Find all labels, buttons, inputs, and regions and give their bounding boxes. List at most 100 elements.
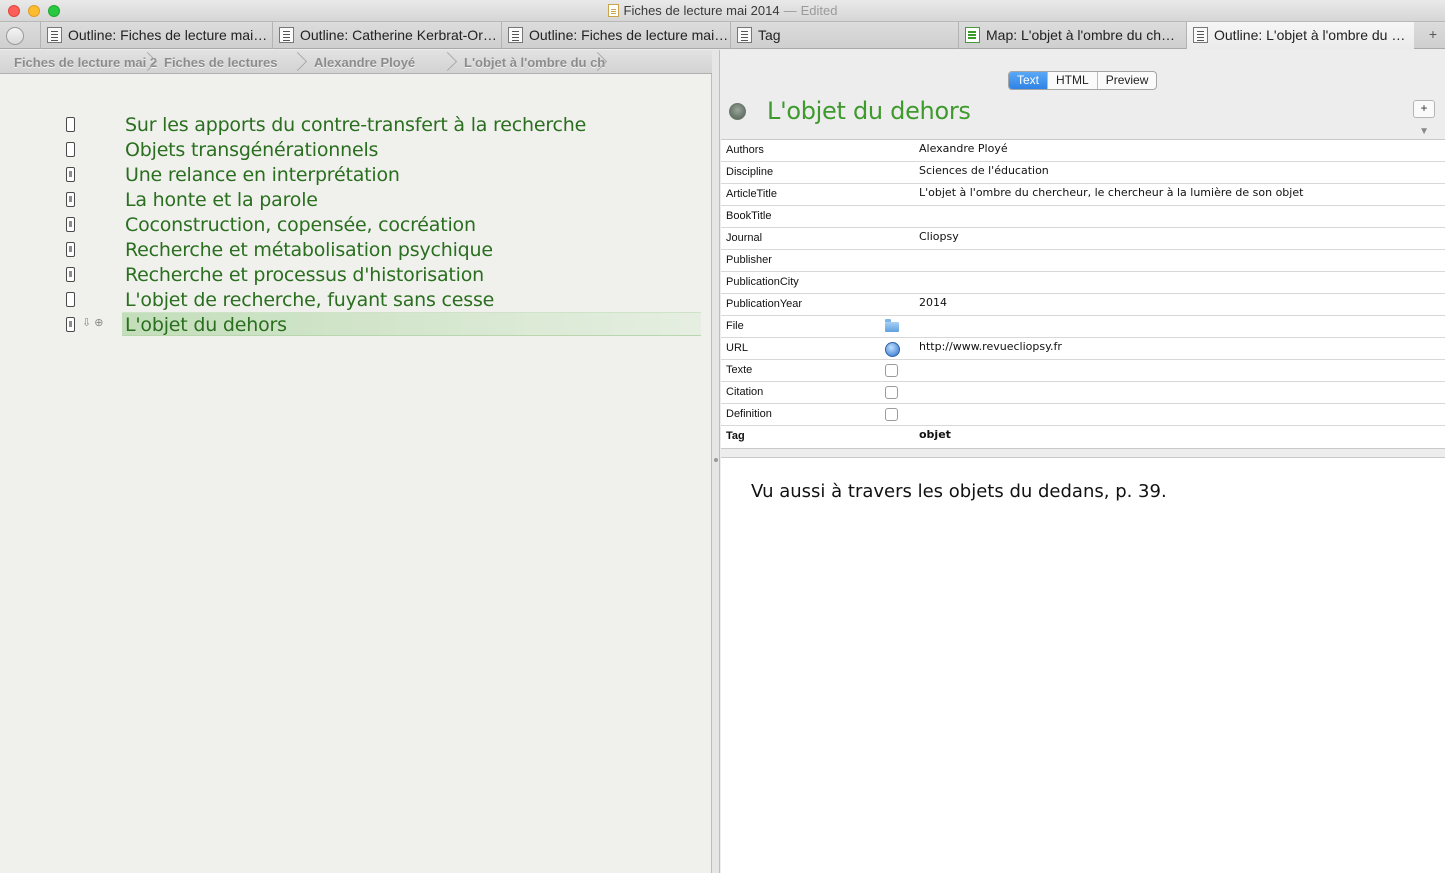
window-title-text: Fiches de lecture mai 2014 bbox=[623, 3, 780, 18]
attribute-row: URL http://www.revuecliopsy.fr bbox=[721, 338, 1445, 360]
breadcrumb-item[interactable]: Alexandre Ployé bbox=[314, 55, 415, 70]
attribute-key: File bbox=[726, 320, 744, 332]
note-with-text-icon bbox=[66, 317, 75, 332]
attribute-value[interactable]: Sciences de l'éducation bbox=[919, 164, 1049, 177]
attribute-row: Citation bbox=[721, 382, 1445, 404]
attribute-key: Publisher bbox=[726, 254, 772, 266]
divider-grip-icon bbox=[714, 458, 718, 462]
window-title: Fiches de lecture mai 2014— Edited bbox=[0, 3, 1445, 18]
texte-checkbox[interactable] bbox=[885, 364, 898, 377]
attribute-row: Texte bbox=[721, 360, 1445, 382]
add-attribute-button[interactable]: + bbox=[1413, 100, 1435, 118]
attribute-key: URL bbox=[726, 342, 749, 354]
attribute-row: Publisher bbox=[721, 250, 1445, 272]
breadcrumb-item-current[interactable]: L'objet à l'ombre du ch bbox=[464, 55, 606, 70]
tab-bar: Outline: Fiches de lecture mai… Outline:… bbox=[0, 22, 1445, 49]
attribute-row: Tag objet bbox=[721, 426, 1445, 448]
breadcrumb-separator bbox=[590, 51, 604, 73]
definition-checkbox[interactable] bbox=[885, 408, 898, 421]
outline-item-label: Recherche et processus d'historisation bbox=[125, 264, 485, 286]
attribute-row: ArticleTitle L'objet à l'ombre du cherch… bbox=[721, 184, 1445, 206]
outline-item[interactable]: Objets transgénérationnels bbox=[0, 139, 712, 164]
tab-label: Outline: L'objet à l'ombre du … bbox=[1214, 27, 1406, 43]
tab-tag[interactable]: Tag bbox=[730, 22, 958, 49]
note-text-area[interactable]: Vu aussi à travers les objets du dedans,… bbox=[721, 457, 1445, 873]
breadcrumb-item[interactable]: Fiches de lecture mai 2 bbox=[14, 55, 157, 70]
outline-item-selected[interactable]: ⇩ ⊕ L'objet du dehors bbox=[0, 312, 712, 339]
view-mode-preview-button[interactable]: Preview bbox=[1096, 72, 1157, 89]
attribute-row: BookTitle bbox=[721, 206, 1445, 228]
tab-overview-button[interactable] bbox=[6, 27, 24, 45]
attribute-key: Citation bbox=[726, 386, 764, 398]
breadcrumb-separator bbox=[290, 51, 304, 73]
outline-item[interactable]: L'objet de recherche, fuyant sans cesse bbox=[0, 289, 712, 314]
note-with-text-icon bbox=[66, 267, 75, 282]
split-divider[interactable] bbox=[712, 50, 720, 873]
outline-doc-icon bbox=[279, 27, 294, 43]
attribute-row: File bbox=[721, 316, 1445, 338]
attribute-row: Journal Cliopsy bbox=[721, 228, 1445, 250]
outline-item[interactable]: Sur les apports du contre-transfert à la… bbox=[0, 114, 712, 139]
outline-item[interactable]: Coconstruction, copensée, cocréation bbox=[0, 214, 712, 239]
tab-label: Map: L'objet à l'ombre du ch… bbox=[986, 27, 1175, 43]
attribute-value[interactable]: Alexandre Ployé bbox=[919, 142, 1008, 155]
tab-label: Outline: Fiches de lecture mai… bbox=[68, 27, 268, 43]
globe-icon[interactable] bbox=[885, 342, 900, 357]
note-icon bbox=[66, 142, 75, 157]
outline-item[interactable]: Recherche et métabolisation psychique bbox=[0, 239, 712, 264]
attribute-value[interactable]: L'objet à l'ombre du chercheur, le cherc… bbox=[919, 186, 1303, 199]
outline-doc-icon bbox=[508, 27, 523, 43]
outline-item[interactable]: Recherche et processus d'historisation bbox=[0, 264, 712, 289]
new-tab-button[interactable]: + bbox=[1429, 26, 1437, 42]
outline-pane: Fiches de lecture mai 2 Fiches de lectur… bbox=[0, 50, 712, 873]
outline-item[interactable]: Une relance en interprétation bbox=[0, 164, 712, 189]
outline-item-label: Sur les apports du contre-transfert à la… bbox=[125, 114, 587, 136]
note-body-text: Vu aussi à travers les objets du dedans,… bbox=[751, 481, 1167, 502]
attribute-value[interactable]: Cliopsy bbox=[919, 230, 959, 243]
breadcrumb-separator bbox=[140, 51, 154, 73]
attribute-key: ArticleTitle bbox=[726, 188, 777, 200]
outline-item[interactable]: La honte et la parole bbox=[0, 189, 712, 214]
view-mode-html-button[interactable]: HTML bbox=[1047, 72, 1097, 89]
collapse-attributes-icon[interactable]: ▼ bbox=[1419, 126, 1429, 137]
note-title[interactable]: L'objet du dehors bbox=[767, 97, 971, 125]
tab-outline-objet-active[interactable]: Outline: L'objet à l'ombre du … bbox=[1186, 22, 1414, 49]
view-mode-text-button[interactable]: Text bbox=[1009, 72, 1048, 89]
note-editor-pane: Text HTML Preview L'objet du dehors + ▼ … bbox=[720, 50, 1445, 873]
folder-icon[interactable] bbox=[885, 319, 899, 332]
tab-map[interactable]: Map: L'objet à l'ombre du ch… bbox=[958, 22, 1186, 49]
attribute-value[interactable]: http://www.revuecliopsy.fr bbox=[919, 340, 1062, 353]
breadcrumb: Fiches de lecture mai 2 Fiches de lectur… bbox=[0, 50, 712, 74]
outline-doc-icon bbox=[737, 27, 752, 43]
tab-outline-kerbrat[interactable]: Outline: Catherine Kerbrat-Or… bbox=[272, 22, 501, 49]
title-bar: Fiches de lecture mai 2014— Edited bbox=[0, 0, 1445, 22]
attribute-row: PublicationCity bbox=[721, 272, 1445, 294]
outline-doc-icon bbox=[47, 27, 62, 43]
attribute-key: Journal bbox=[726, 232, 763, 244]
note-with-text-icon bbox=[66, 217, 75, 232]
citation-checkbox[interactable] bbox=[885, 386, 898, 399]
outline-doc-icon bbox=[1193, 27, 1208, 43]
attribute-key: Tag bbox=[726, 430, 745, 442]
outline-item-label: Recherche et métabolisation psychique bbox=[125, 239, 493, 261]
attribute-key: Authors bbox=[726, 144, 764, 156]
row-tools-icon[interactable]: ⇩ ⊕ bbox=[82, 316, 104, 329]
tab-outline-fiches-1[interactable]: Outline: Fiches de lecture mai… bbox=[40, 22, 272, 49]
note-with-text-icon bbox=[66, 167, 75, 182]
outline-item-label: La honte et la parole bbox=[125, 189, 318, 211]
attribute-key: PublicationYear bbox=[726, 298, 803, 310]
tab-label: Tag bbox=[758, 27, 781, 43]
breadcrumb-item[interactable]: Fiches de lectures bbox=[164, 55, 277, 70]
title-separator: — bbox=[783, 3, 797, 18]
attribute-row: Discipline Sciences de l'éducation bbox=[721, 162, 1445, 184]
note-with-text-icon bbox=[66, 192, 75, 207]
note-badge-icon bbox=[729, 103, 746, 120]
note-icon bbox=[66, 292, 75, 307]
attribute-key: Discipline bbox=[726, 166, 774, 178]
attribute-row: Authors Alexandre Ployé bbox=[721, 140, 1445, 162]
attribute-key: Definition bbox=[726, 408, 772, 420]
attribute-value[interactable]: objet bbox=[919, 428, 951, 441]
attribute-value[interactable]: 2014 bbox=[919, 296, 947, 309]
attribute-key: PublicationCity bbox=[726, 276, 799, 288]
tab-outline-fiches-2[interactable]: Outline: Fiches de lecture mai… bbox=[501, 22, 730, 49]
